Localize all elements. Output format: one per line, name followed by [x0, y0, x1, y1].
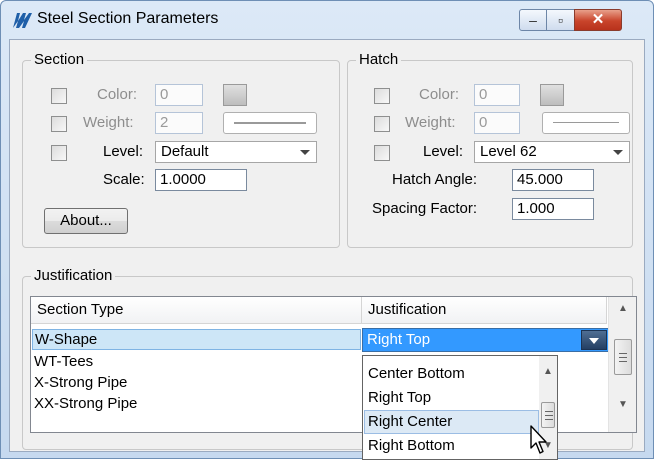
hatch-weight-checkbox[interactable] [374, 116, 390, 132]
spacing-factor-field[interactable]: 1.000 [512, 198, 594, 220]
hatch-color-field[interactable]: 0 [474, 84, 520, 106]
hatch-angle-field[interactable]: 45.000 [512, 169, 594, 191]
title-bar[interactable]: Steel Section Parameters – ▫ ✕ [1, 1, 653, 39]
window-title: Steel Section Parameters [37, 10, 219, 27]
section-group-label: Section [31, 51, 88, 68]
mouse-cursor-icon [530, 425, 547, 454]
section-level-checkbox[interactable] [51, 145, 67, 161]
table-row[interactable]: WT-Tees [31, 351, 361, 372]
about-button[interactable]: About... [44, 208, 128, 234]
dropdown-option-hovered[interactable]: Right Center [364, 410, 539, 434]
section-level-dropdown[interactable]: Default [155, 141, 317, 163]
dialog-window: Steel Section Parameters – ▫ ✕ Section C… [0, 0, 654, 460]
hatch-weight-line-preview[interactable] [542, 112, 630, 134]
section-color-field[interactable]: 0 [155, 84, 203, 106]
hatch-level-label: Level: [423, 143, 464, 160]
section-color-checkbox[interactable] [51, 88, 67, 104]
section-scale-field[interactable]: 1.0000 [155, 169, 247, 191]
app-logo-icon [13, 13, 32, 28]
minimize-icon: – [529, 12, 537, 28]
dropdown-option[interactable]: Right Bottom [364, 434, 539, 458]
hatch-color-checkbox[interactable] [374, 88, 390, 104]
scrollbar-thumb[interactable] [614, 339, 632, 375]
justification-group-label: Justification [31, 267, 116, 284]
dropdown-option[interactable]: Right Top [364, 386, 539, 410]
section-color-swatch[interactable] [223, 84, 247, 106]
spacing-factor-label: Spacing Factor: [372, 200, 478, 217]
row-justification-dropdown[interactable]: Right Top [362, 328, 609, 352]
close-button[interactable]: ✕ [574, 9, 622, 31]
minimize-button[interactable]: – [519, 9, 547, 31]
scroll-down-arrow-icon[interactable]: ▼ [609, 393, 636, 417]
column-header-justification[interactable]: Justification [362, 297, 607, 323]
table-scrollbar[interactable]: ▲ ▼ [608, 297, 636, 432]
table-header: Section Type Justification [31, 297, 607, 324]
maximize-button[interactable]: ▫ [546, 9, 575, 31]
close-icon: ✕ [591, 11, 605, 28]
maximize-icon: ▫ [558, 12, 563, 28]
section-color-label: Color: [97, 86, 138, 103]
table-row[interactable]: X-Strong Pipe [31, 372, 361, 393]
grip-line [619, 361, 627, 362]
hatch-level-dropdown[interactable]: Level 62 [474, 141, 630, 163]
section-level-label: Level: [103, 143, 144, 160]
hatch-group: Hatch Color: 0 Weight: 0 Level: Level 62… [347, 51, 633, 248]
grip-line [619, 357, 627, 358]
hatch-level-value: Level 62 [480, 143, 537, 160]
section-weight-label: Weight: [83, 114, 134, 131]
scroll-up-arrow-icon[interactable]: ▲ [609, 297, 636, 321]
grip-line [619, 353, 627, 354]
table-row[interactable]: W-Shape [32, 329, 361, 350]
scroll-up-arrow-icon[interactable]: ▲ [539, 360, 557, 384]
weight-line-sample [234, 122, 306, 124]
table-row[interactable]: XX-Strong Pipe [31, 393, 361, 414]
section-weight-field[interactable]: 2 [155, 112, 203, 134]
hatch-weight-label: Weight: [405, 114, 456, 131]
hatch-group-label: Hatch [356, 51, 402, 68]
dropdown-option[interactable]: Center Bottom [364, 362, 539, 386]
weight-line-sample [553, 122, 619, 123]
section-weight-line-preview[interactable] [223, 112, 317, 134]
grip-line [545, 415, 553, 416]
grip-line [545, 411, 553, 412]
hatch-weight-field[interactable]: 0 [474, 112, 520, 134]
hatch-color-swatch[interactable] [540, 84, 564, 106]
dropdown-arrow-icon [589, 338, 599, 344]
dropdown-arrow-button[interactable] [581, 330, 607, 350]
section-level-value: Default [161, 143, 209, 160]
section-scale-label: Scale: [103, 171, 145, 188]
hatch-color-label: Color: [419, 86, 460, 103]
section-group: Section Color: 0 Weight: 2 Level: Defaul… [22, 51, 340, 248]
hatch-angle-label: Hatch Angle: [392, 171, 478, 188]
section-weight-checkbox[interactable] [51, 116, 67, 132]
chevron-down-icon [300, 150, 310, 155]
row-justification-value: Right Top [367, 331, 431, 348]
hatch-level-checkbox[interactable] [374, 145, 390, 161]
column-header-section-type[interactable]: Section Type [31, 297, 362, 323]
chevron-down-icon [613, 150, 623, 155]
grip-line [545, 419, 553, 420]
